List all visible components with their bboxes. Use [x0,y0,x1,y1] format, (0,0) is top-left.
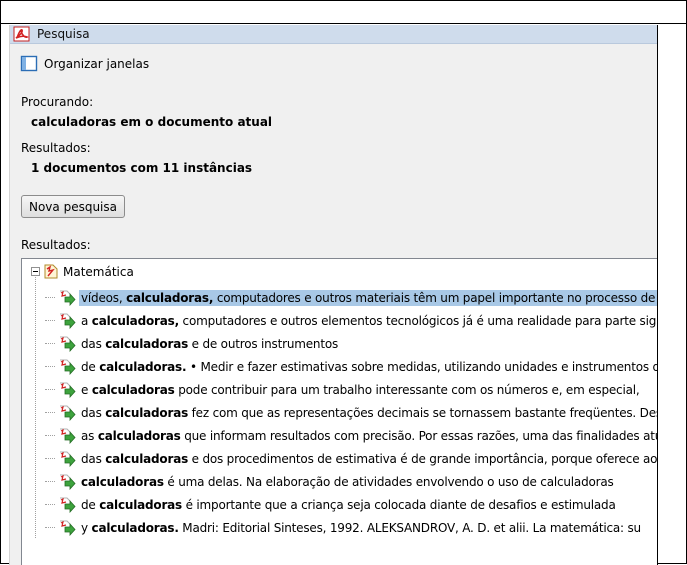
result-item-text: calculadoras é uma delas. Na elaboração … [79,474,616,490]
result-suffix: é uma delas. Na elaboração de atividades… [163,474,614,489]
organize-windows-button[interactable]: Organizar janelas [20,55,149,72]
result-item-text: das calculadoras e dos procedimentos de … [79,451,658,467]
result-item-text: e calculadoras pode contribuir para um t… [79,382,642,398]
result-suffix: fez com que as representações decimais s… [191,405,658,420]
result-prefix: as [81,428,98,443]
result-match-term: calculadoras. [99,359,187,374]
result-suffix: que informam resultados com precisão. Po… [180,428,658,443]
result-arrow-icon [58,519,76,537]
result-arrow-icon [58,496,76,514]
result-item[interactable]: das calculadoras e dos procedimentos de … [22,447,658,470]
result-prefix: das [81,405,106,420]
window-frame: Pesquisa Organizar janelas Procurando: c… [0,0,687,565]
new-search-button[interactable]: Nova pesquisa [21,195,125,218]
result-item[interactable]: calculadoras é uma delas. Na elaboração … [22,470,658,493]
result-suffix: computadores e outros materiais têm um p… [213,290,658,305]
result-item[interactable]: a calculadoras, computadores e outros el… [22,309,658,332]
result-arrow-icon [58,289,76,307]
result-item[interactable]: de calculadoras. • Medir e fazer estimat… [22,355,658,378]
result-prefix: de [81,359,100,374]
result-arrow-icon [58,381,76,399]
collapse-icon[interactable] [31,267,40,276]
result-suffix: Madri: Editorial Sinteses, 1992. ALEKSAN… [178,520,641,535]
result-item[interactable]: vídeos, calculadoras, computadores e out… [22,286,658,309]
result-item[interactable]: das calculadoras fez com que as represen… [22,401,658,424]
result-match-term: calculadoras [105,405,189,420]
result-match-term: calculadoras [105,451,189,466]
results-count-value: 1 documentos com 11 instâncias [31,161,253,175]
organize-windows-label: Organizar janelas [44,56,150,71]
result-match-term: calculadoras, [91,313,179,328]
document-icon [44,264,58,279]
result-match-term: calculadoras [81,474,164,489]
result-arrow-icon [58,312,76,330]
result-prefix: de [81,497,100,512]
result-item-text: vídeos, calculadoras, computadores e out… [79,289,658,306]
result-item-text: as calculadoras que informam resultados … [79,428,658,444]
result-list: vídeos, calculadoras, computadores e out… [22,286,658,539]
result-match-term: calculadoras, [126,290,214,305]
result-item[interactable]: de calculadoras é importante que a crian… [22,493,658,516]
result-arrow-icon [58,427,76,445]
result-prefix: e [81,382,92,397]
result-item[interactable]: y calculadoras. Madri: Editorial Sintese… [22,516,658,539]
result-suffix: é importante que a criança seja colocada… [182,497,616,512]
result-suffix: • Medir e fazer estimativas sobre medida… [186,359,658,374]
result-match-term: calculadoras [105,336,189,351]
result-item[interactable]: as calculadoras que informam resultados … [22,424,658,447]
results-tree[interactable]: Matemática vídeos, calculadoras, computa… [21,258,658,565]
result-prefix: y [81,520,92,535]
result-arrow-icon [58,404,76,422]
result-item-text: y calculadoras. Madri: Editorial Sintese… [79,520,643,536]
result-item-text: das calculadoras e de outros instrumento… [79,336,340,352]
result-arrow-icon [58,450,76,468]
result-match-term: calculadoras [91,382,175,397]
result-match-term: calculadoras. [91,520,179,535]
result-match-term: calculadoras [99,497,183,512]
panel-title: Pesquisa [37,27,90,41]
tree-root-item[interactable]: Matemática [31,264,134,279]
tree-root-label: Matemática [63,264,134,279]
result-arrow-icon [58,473,76,491]
panel-border [657,25,658,565]
result-arrow-icon [58,358,76,376]
pdf-icon [13,26,31,42]
result-item-text: de calculadoras. • Medir e fazer estimat… [79,359,658,375]
searching-value: calculadoras em o documento atual [31,115,273,129]
result-suffix: pode contribuir para um trabalho interes… [174,382,640,397]
top-bar [1,1,686,24]
result-item[interactable]: e calculadoras pode contribuir para um t… [22,378,658,401]
panel-titlebar: Pesquisa [10,25,658,44]
result-item-text: a calculadoras, computadores e outros el… [79,313,658,329]
window-layout-icon [20,55,38,72]
result-prefix: vídeos, [81,290,127,305]
result-suffix: e de outros instrumentos [188,336,339,351]
searching-label: Procurando: [21,95,94,109]
result-item-text: das calculadoras fez com que as represen… [79,405,658,421]
result-item-text: de calculadoras é importante que a crian… [79,497,618,513]
results-list-label: Resultados: [21,238,91,252]
result-prefix: das [81,336,106,351]
search-panel: Pesquisa Organizar janelas Procurando: c… [9,25,658,565]
result-suffix: e dos procedimentos de estimativa é de g… [188,451,658,466]
result-match-term: calculadoras [97,428,181,443]
result-prefix: das [81,451,106,466]
result-item[interactable]: das calculadoras e de outros instrumento… [22,332,658,355]
result-arrow-icon [58,335,76,353]
result-suffix: computadores e outros elementos tecnológ… [178,313,658,328]
result-prefix: a [81,313,92,328]
results-count-label: Resultados: [21,141,91,155]
